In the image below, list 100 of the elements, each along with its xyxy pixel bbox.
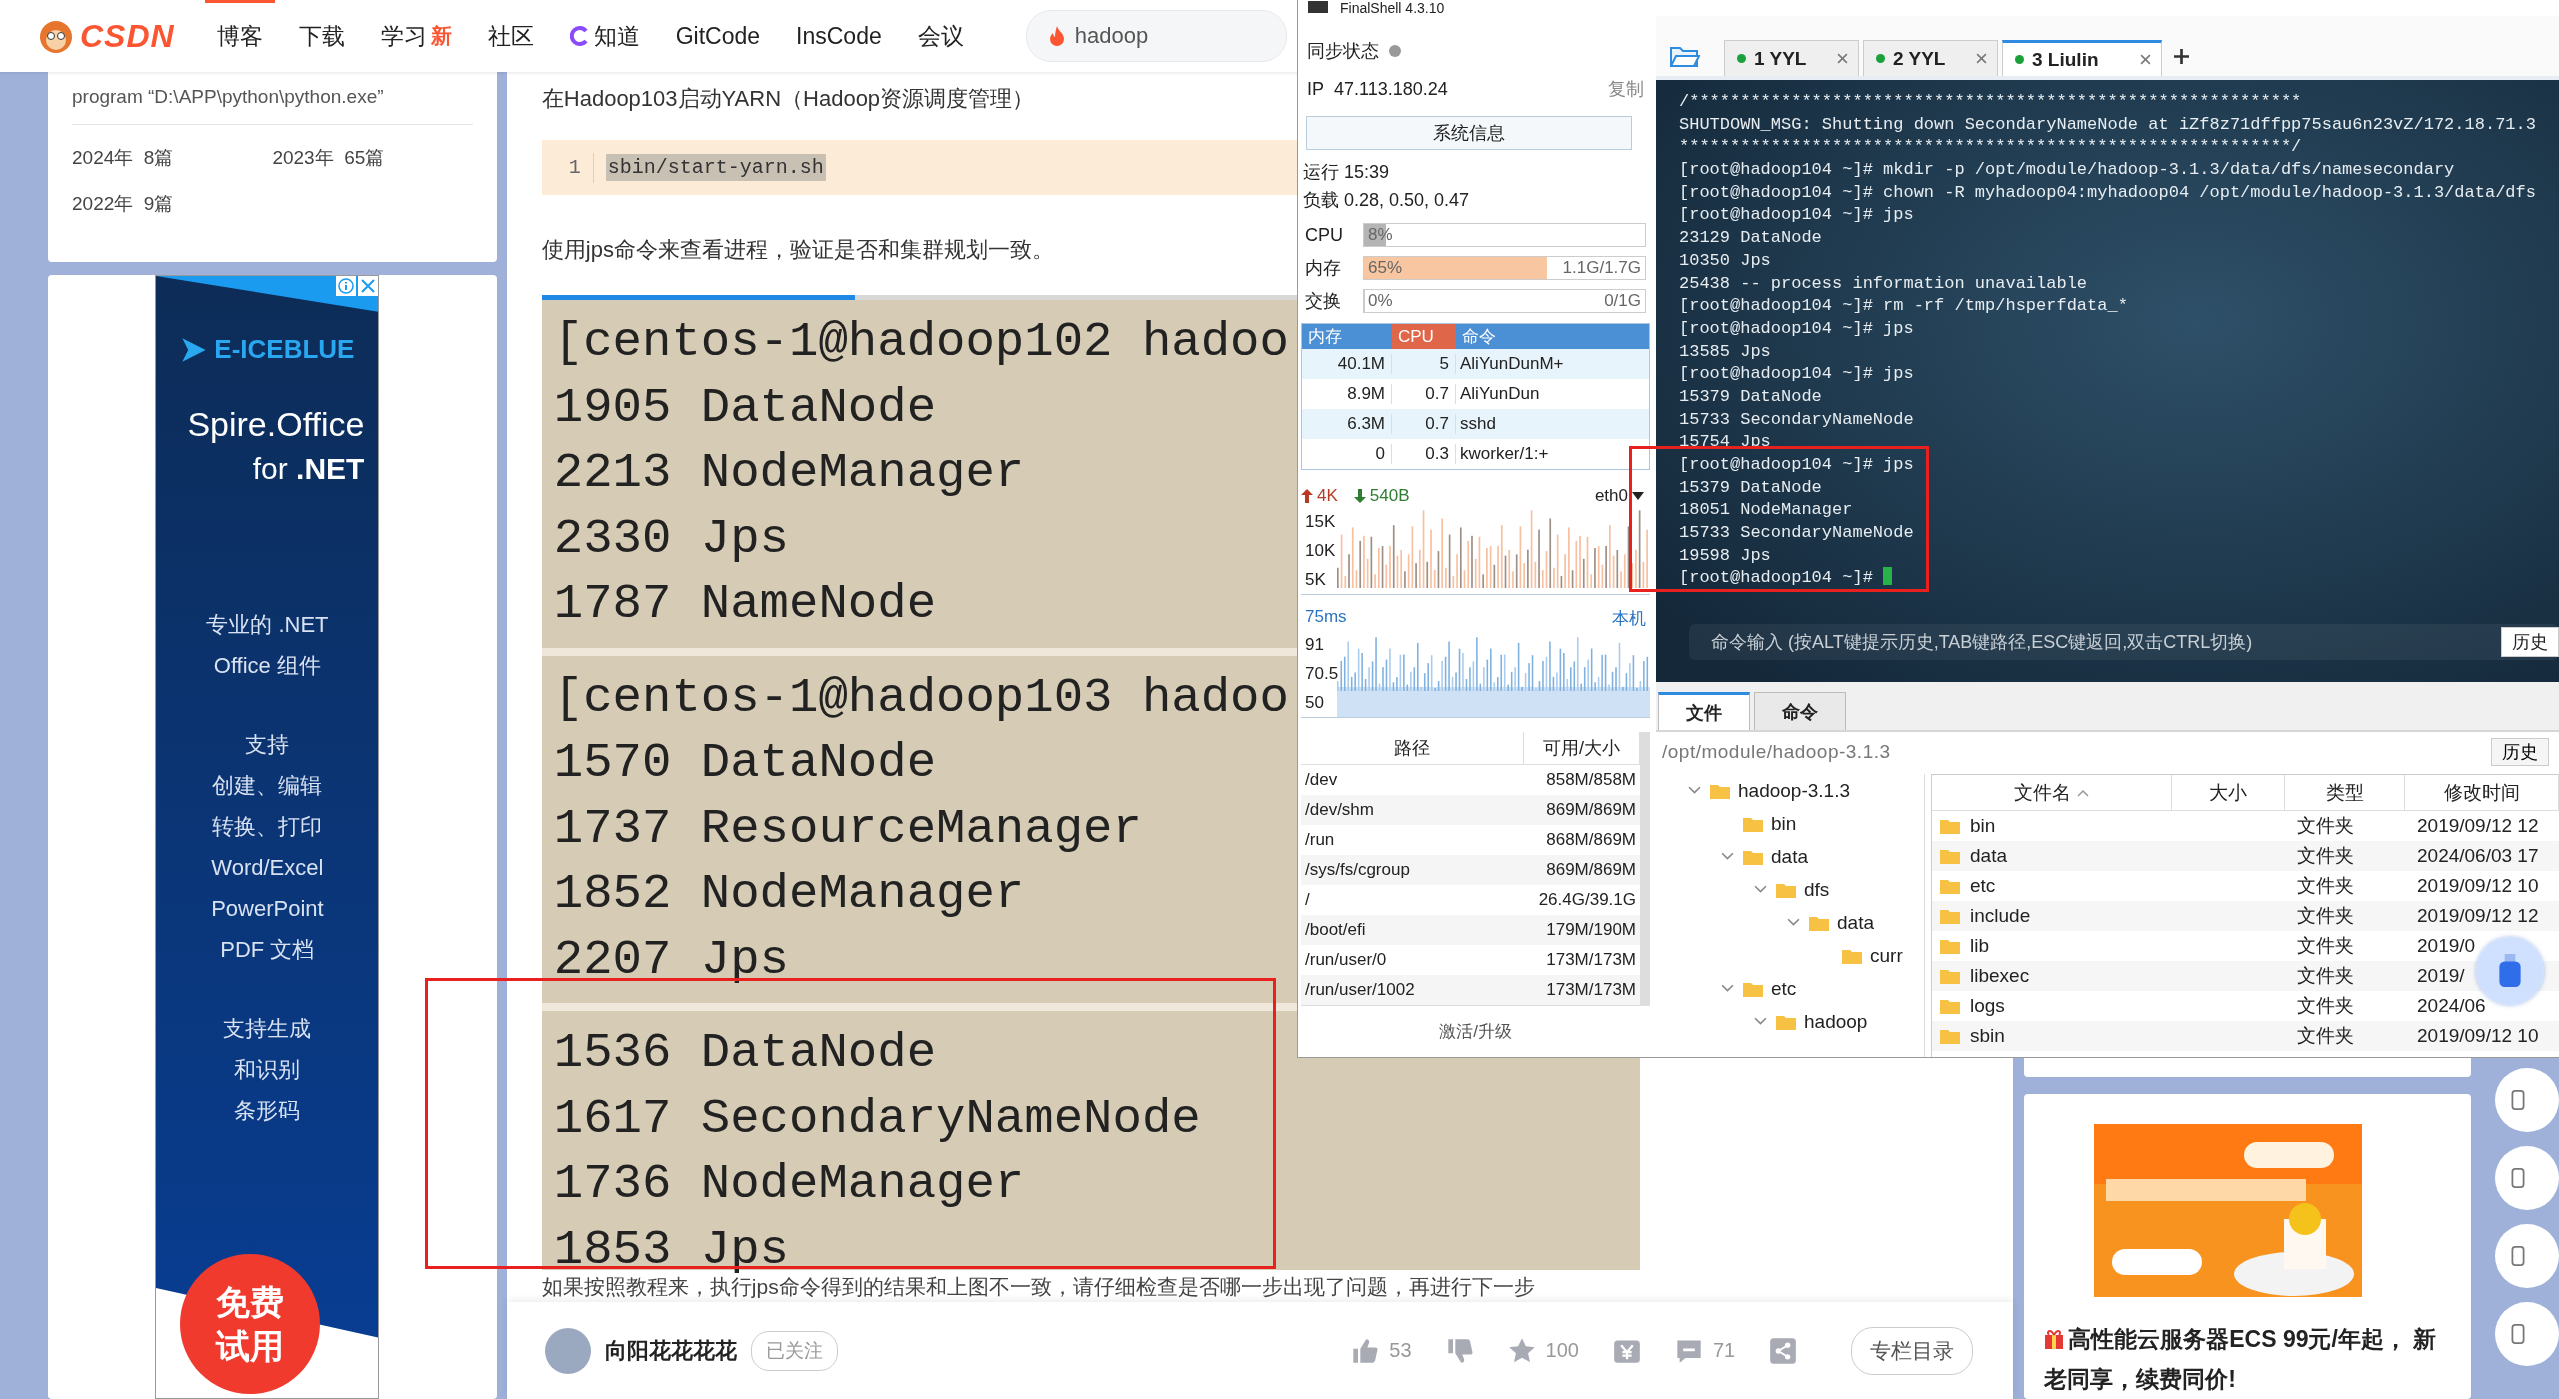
chevron-down-icon[interactable] xyxy=(1786,918,1800,927)
panel-tab[interactable]: 文件 xyxy=(1658,692,1750,730)
ad-caption[interactable]: 高性能云服务器ECS 99元/年起， 新老同享，续费同价! xyxy=(2044,1319,2451,1399)
thumbs-up-icon[interactable] xyxy=(1351,1336,1380,1365)
close-icon[interactable] xyxy=(358,276,379,296)
nav-link[interactable]: 会议 xyxy=(905,0,976,72)
terminal-line: 2330 Jps xyxy=(553,509,790,569)
terminal-line: 1787 NameNode xyxy=(553,575,937,634)
chevron-down-icon[interactable] xyxy=(1753,1017,1767,1026)
file-name[interactable]: etc xyxy=(1970,875,1996,897)
ad-brand: E-ICEBLUE xyxy=(214,334,355,365)
command-input[interactable]: 命令输入 (按ALT键提示历史,TAB键路径,ESC键返回,双击CTRL切换) 历史 xyxy=(1689,624,2559,660)
archive-link[interactable]: 2024年 8篇 xyxy=(72,145,273,171)
column-header[interactable]: 文件名 xyxy=(1932,775,2172,810)
terminal[interactable] xyxy=(1656,80,2559,682)
tree-item[interactable]: dfs xyxy=(1804,878,1830,901)
star-icon[interactable] xyxy=(1507,1336,1536,1365)
column-header[interactable]: 类型 xyxy=(2285,775,2405,810)
nav-link[interactable]: 学习 新 xyxy=(368,0,464,72)
file-name[interactable]: include xyxy=(1970,905,2031,927)
axis-label: 70.5 xyxy=(1305,664,1337,684)
nav-link[interactable]: 博客 xyxy=(204,0,275,72)
ad-banner[interactable]: E-ICEBLUE Spire.Office for .NET 专业的 .NET Office 组件 支持 创建、编辑 转换、打印 Word/Excel PowerPoint PDF 文档 支持生成 和识别 条形码 免费 试用 xyxy=(155,275,380,1399)
nav-link[interactable]: 下载 xyxy=(286,0,357,72)
chevron-down-icon[interactable] xyxy=(1687,786,1701,795)
tree-item[interactable]: curr xyxy=(1870,944,1903,967)
column-catalog-button[interactable]: 专栏目录 xyxy=(1851,1326,1974,1375)
history-button[interactable]: 历史 xyxy=(2501,627,2559,657)
table-cell-text: 179M/190M xyxy=(1545,920,1637,940)
terminal-line: 2213 NodeManager xyxy=(553,444,1025,503)
close-icon[interactable] xyxy=(1837,53,1848,64)
panel-tab[interactable]: 命令 xyxy=(1754,692,1846,730)
session-tab[interactable]: 1 YYL xyxy=(1724,40,1859,76)
meter-label: 交换 xyxy=(1305,290,1342,313)
tree-item[interactable]: hadoop xyxy=(1804,1010,1868,1033)
table-cell: 8.9M xyxy=(1302,384,1392,404)
system-info-button[interactable]: 系统信息 xyxy=(1306,116,1632,150)
table-cell: 2019/09/12 12 xyxy=(2417,905,2539,927)
folder-icon xyxy=(1743,815,1763,832)
dropdown-caret-icon[interactable] xyxy=(1632,492,1644,500)
table-cell-text: /dev xyxy=(1304,770,1339,790)
search-field[interactable]: hadoop xyxy=(1025,10,1287,62)
folder-icon[interactable] xyxy=(1670,46,1700,68)
nav-link[interactable]: 知道 xyxy=(557,0,652,72)
file-name[interactable]: data xyxy=(1970,845,2007,867)
author-name[interactable]: 向阳花花花花 xyxy=(604,1335,737,1366)
file-name[interactable]: libexec xyxy=(1970,965,2030,987)
action-count: 53 xyxy=(1389,1339,1412,1362)
meter-reading: 0% xyxy=(1368,291,1393,311)
table-cell-text: /run/user/1002 xyxy=(1304,980,1416,1000)
thumbs-down-icon[interactable] xyxy=(1445,1336,1474,1365)
file-name[interactable]: bin xyxy=(1970,815,1996,837)
chevron-down-icon[interactable] xyxy=(1720,852,1734,861)
share-icon[interactable] xyxy=(1769,1336,1798,1365)
terminal-line: [root@hadoop104 ~]# chown -R myhadoop04:myhadoop04 /opt/module/hadoop-3.1.3/data/dfs xyxy=(1679,181,2537,204)
nav-link[interactable]: GitCode xyxy=(663,0,773,72)
meter-label: 内存 xyxy=(1305,257,1342,280)
close-icon[interactable] xyxy=(1976,53,1987,64)
copy-link[interactable]: 复制 xyxy=(1608,77,1644,101)
c-logo-icon xyxy=(569,26,590,46)
article-text: 如果按照教程来，执行jps命令得到的结果和上图不一致，请仔细检查是否哪一步出现了问题，再进行下一步 xyxy=(541,1275,1536,1300)
table-cell: 5 xyxy=(1392,354,1456,374)
column-header[interactable]: 修改时间 xyxy=(2405,775,2559,810)
archive-link[interactable]: 2023年 65篇 xyxy=(272,145,473,171)
monkey-logo-icon[interactable] xyxy=(38,18,74,54)
chevron-down-icon[interactable] xyxy=(1720,984,1734,993)
session-tab[interactable]: 2 YYL xyxy=(1863,40,1998,76)
folder-icon xyxy=(1940,938,1960,954)
history-button[interactable]: 历史 xyxy=(2491,738,2549,766)
tree-item[interactable]: data xyxy=(1837,911,1874,934)
archive-link[interactable]: 2022年 9篇 xyxy=(72,191,273,217)
session-tab[interactable]: 3 Liulin xyxy=(2002,40,2162,76)
nav-link[interactable]: 社区 xyxy=(475,0,546,72)
interface-label: eth0 xyxy=(1594,486,1628,506)
table-cell: 2019/09/12 10 xyxy=(2417,1025,2539,1047)
close-icon[interactable] xyxy=(2140,54,2151,65)
file-name[interactable]: logs xyxy=(1970,995,2005,1017)
add-tab-icon[interactable] xyxy=(2174,49,2189,64)
nav-link[interactable]: InsCode xyxy=(784,0,894,72)
activate-link[interactable]: 激活/升级 xyxy=(1439,1019,1512,1043)
ip-label: IP 47.113.180.24 xyxy=(1307,78,1448,100)
column-header[interactable]: 路径 xyxy=(1301,732,1524,764)
free-trial-button[interactable]: 免费 试用 xyxy=(180,1254,321,1394)
tree-item[interactable]: etc xyxy=(1771,977,1797,1000)
file-name[interactable]: sbin xyxy=(1970,1025,2005,1047)
folder-icon xyxy=(1940,968,1960,984)
table-cell-text: 869M/869M xyxy=(1545,800,1637,820)
chevron-down-icon[interactable] xyxy=(1753,885,1767,894)
tree-item[interactable]: hadoop-3.1.3 xyxy=(1738,779,1850,802)
info-icon[interactable] xyxy=(336,276,357,296)
column-header[interactable]: 可用/大小 xyxy=(1524,732,1640,764)
tree-item[interactable]: bin xyxy=(1771,812,1797,835)
ad-text: Office 组件 xyxy=(213,652,321,680)
terminal-line: [root@hadoop104 ~]# xyxy=(1679,567,2559,591)
tree-item[interactable]: data xyxy=(1771,845,1808,868)
file-name[interactable]: lib xyxy=(1970,935,1989,957)
folder-icon xyxy=(1776,881,1796,898)
table-cell-text: 868M/869M xyxy=(1545,830,1637,850)
path-field[interactable]: /opt/module/hadoop-3.1.3 xyxy=(1662,741,1891,763)
column-header[interactable]: 大小 xyxy=(2172,775,2285,810)
